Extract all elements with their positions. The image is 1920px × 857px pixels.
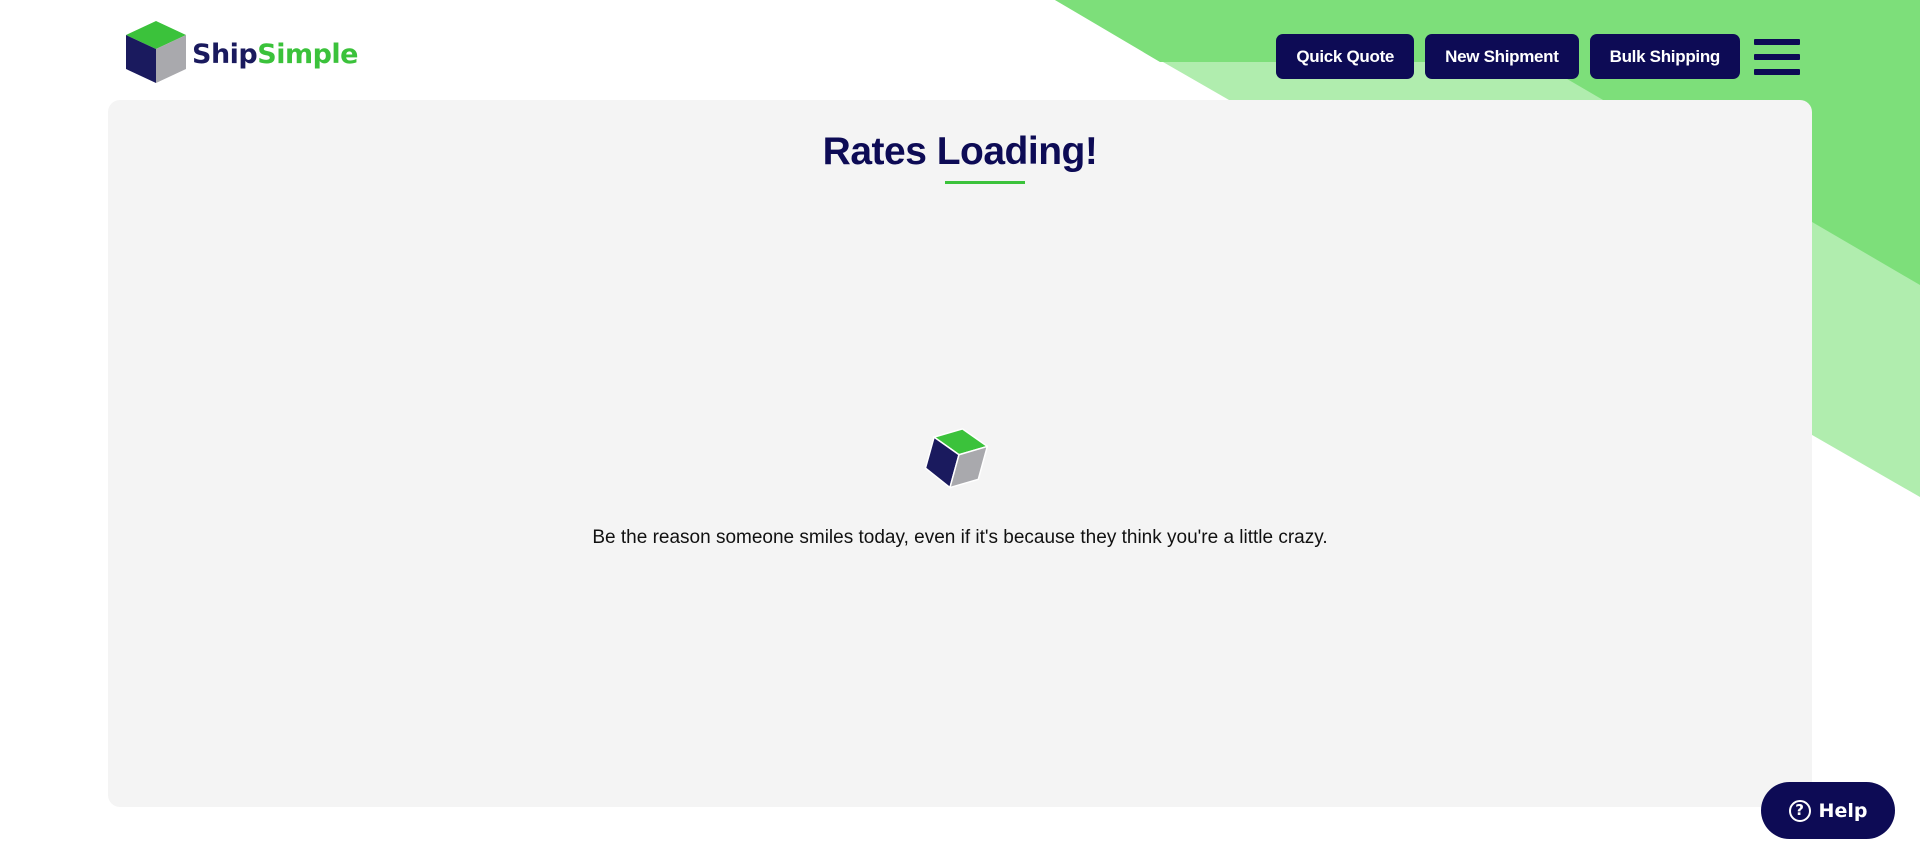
shipsimple-logo[interactable]: ShipSimple (124, 18, 358, 86)
title-underline (945, 181, 1025, 184)
help-label: Help (1818, 799, 1868, 822)
page: ShipSimple Quick Quote New Shipment Bulk… (0, 0, 1920, 857)
header: ShipSimple Quick Quote New Shipment Bulk… (0, 0, 1920, 100)
quick-quote-button[interactable]: Quick Quote (1276, 34, 1415, 79)
top-nav: Quick Quote New Shipment Bulk Shipping (1276, 34, 1800, 79)
hamburger-icon[interactable] (1754, 38, 1800, 75)
logo-text: ShipSimple (192, 39, 358, 70)
loading-message: Be the reason someone smiles today, even… (592, 527, 1328, 548)
page-title: Rates Loading! (822, 130, 1098, 173)
logo-text-ship: Ship (192, 38, 258, 70)
hamburger-line (1754, 68, 1800, 75)
hamburger-line (1754, 53, 1800, 60)
logo-cube-icon (126, 21, 186, 83)
logo-text-simple: Simple (257, 38, 358, 70)
new-shipment-button[interactable]: New Shipment (1425, 34, 1579, 79)
help-button[interactable]: ? Help (1761, 782, 1895, 839)
bulk-shipping-button[interactable]: Bulk Shipping (1589, 34, 1740, 79)
question-circle-icon: ? (1788, 799, 1811, 822)
cube-spinner-icon (924, 428, 988, 489)
hamburger-line (1754, 38, 1800, 45)
